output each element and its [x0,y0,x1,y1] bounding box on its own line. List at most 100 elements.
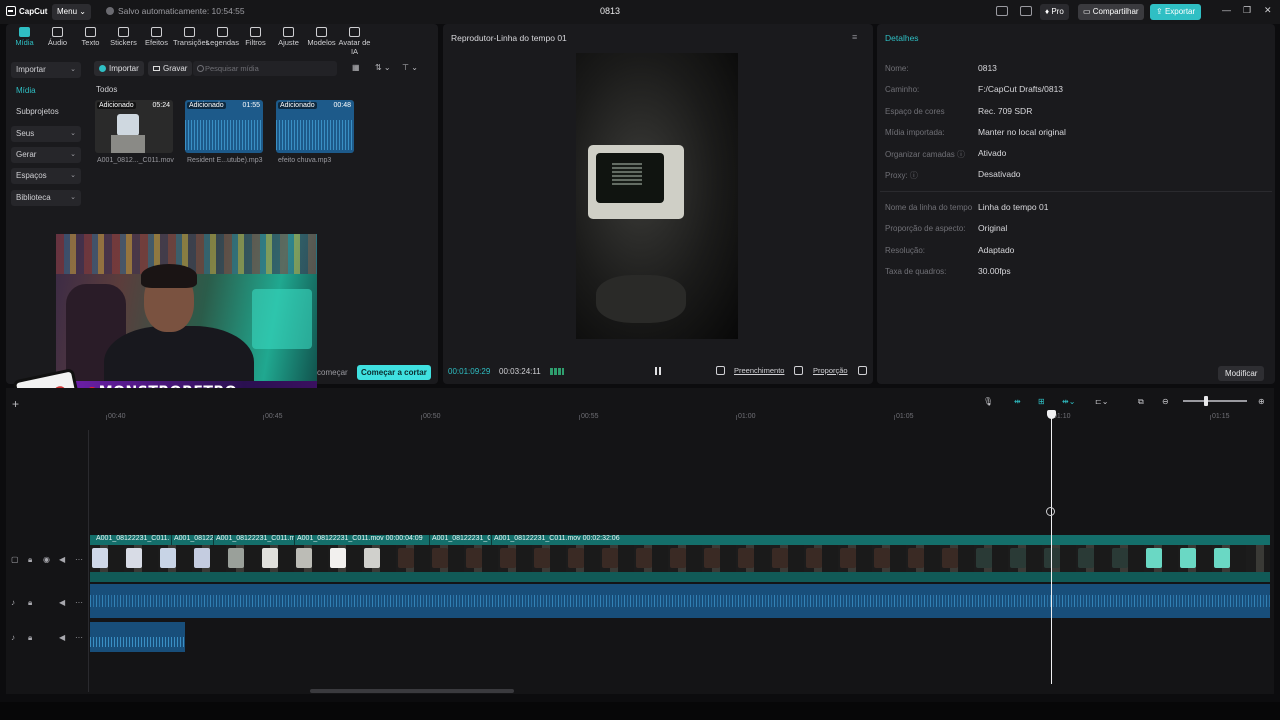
magnet-icon[interactable]: ⊞ [1038,397,1045,406]
keyboard-icon[interactable] [1020,6,1032,16]
restore-icon[interactable]: ❐ [1243,5,1251,16]
microphone-icon[interactable]: 🎙 [983,397,993,406]
tab-4[interactable]: Efeitos [140,27,173,56]
chevron-down-icon: ⌄ [70,194,76,201]
pause-icon[interactable] [655,367,661,375]
tab-1[interactable]: Áudio [41,27,74,56]
fill-button[interactable]: Preenchimento [734,366,784,375]
ruler-label: 00:55 [581,413,599,420]
camera-icon [153,66,160,71]
video-preview[interactable] [576,53,738,339]
tab-10[interactable]: Avatar de IA [338,27,371,56]
sidebar-item-2[interactable]: Subprojetos [11,104,81,120]
add-track-icon[interactable]: + [12,397,19,411]
crt-screen [596,153,664,203]
sidebar-item-0[interactable]: Importar ⌄ [11,62,81,78]
visibility-icon[interactable]: ◉ [43,555,50,564]
ruler-tick [106,415,107,420]
timeline-clip-label[interactable]: A001_08122231_C011.mov 00:00:04:09 [297,535,429,542]
timeline-clip-label[interactable]: A001_08122231_C011.mov 00:02:32:06 [494,535,694,542]
preview-axis-icon[interactable]: ⧉ [1138,397,1144,407]
close-icon[interactable]: ✕ [1264,5,1272,16]
tab-3[interactable]: Stickers [107,27,140,56]
tab-6[interactable]: Legendas [206,27,239,56]
zoom-slider[interactable] [1183,400,1247,402]
crop-icon[interactable] [716,366,725,375]
zoom-slider-handle[interactable] [1204,396,1208,406]
volume-icon[interactable]: ◀︎ [59,555,65,564]
tab-8[interactable]: Ajuste [272,27,305,56]
ruler-label: 01:15 [1212,413,1230,420]
clip-preview-base [111,135,145,153]
timeline-scrollbar[interactable] [310,689,514,693]
more-icon[interactable]: ··· [75,633,83,642]
playhead-handle[interactable] [1047,410,1056,419]
playhead[interactable] [1051,412,1052,684]
lock-icon[interactable]: 🔒︎ [28,555,32,565]
sidebar-item-1[interactable]: Mídia [11,83,81,99]
more-icon[interactable]: ··· [75,598,83,607]
volume-icon[interactable]: ◀︎ [59,598,65,607]
audio-track-sfx[interactable] [90,622,185,652]
lock-icon[interactable]: 🔒︎ [28,633,32,643]
tab-9[interactable]: Modelos [305,27,338,56]
sidebar-item-5[interactable]: Espaços ⌄ [11,168,81,184]
cover-icon[interactable]: ▢ [11,555,19,564]
filter-icon[interactable]: ⊤ ⌄ [402,63,418,72]
monitor-glow [252,289,312,349]
clip-duration: 05:24 [152,102,170,109]
detail-label: Resolução: [885,246,926,255]
timeline-clip-label[interactable]: A001_08122231_C011.mo [216,535,294,542]
zoom-in-icon[interactable]: ⊕ [1258,397,1265,406]
ruler-label: 00:45 [265,413,283,420]
sidebar-item-4[interactable]: Gerar ⌄ [11,147,81,163]
audio-track-main[interactable] [90,584,1270,618]
tab-5[interactable]: Transições [173,27,209,56]
media-icon [19,27,30,37]
link-icon[interactable]: ⇹ [1014,397,1021,406]
video-thumbnail [262,548,278,568]
level-meter [550,368,564,375]
sidebar-item-6[interactable]: Biblioteca ⌄ [11,190,81,206]
screenshot-icon[interactable] [794,366,803,375]
media-clip-video[interactable]: Adicionado 05:24 [95,100,173,153]
split-icon[interactable]: ⊏⌄ [1095,397,1108,406]
clip-duration: 00:48 [333,102,351,109]
media-search-input[interactable]: Pesquisar mídia [193,61,337,76]
pro-button[interactable]: ♦ Pro [1040,4,1069,20]
player-menu-icon[interactable]: ≡ [852,32,857,42]
video-thumbnail [874,548,890,568]
timeline-clip-label[interactable]: A001_08122231_C( [432,535,490,542]
lock-icon[interactable]: 🔒︎ [28,598,32,608]
tab-7[interactable]: Filtros [239,27,272,56]
fullscreen-icon[interactable] [858,366,867,375]
menu-button[interactable]: Menu ⌄ [52,4,91,20]
sort-icon[interactable]: ⇅ ⌄ [375,63,391,72]
grid-view-icon[interactable]: ▦ [352,63,360,72]
media-clip-audio[interactable]: Adicionado 00:48 [276,100,354,153]
import-button[interactable]: Importar [94,61,144,76]
section-all-label: Todos [96,85,118,94]
share-button[interactable]: ▭ Compartilhar [1078,4,1144,20]
minimize-icon[interactable]: — [1222,5,1231,15]
sidebar-item-3[interactable]: Seus ⌄ [11,126,81,142]
volume-icon[interactable]: ◀︎ [59,633,65,642]
tab-2[interactable]: Texto [74,27,107,56]
export-button[interactable]: ⇪ Exportar [1150,4,1202,20]
snap-icon[interactable]: ⇹⌄ [1062,397,1075,406]
start-cutting-button[interactable]: Começar a cortar [357,365,431,380]
layout-icon[interactable] [996,6,1008,16]
timeline-clip-label[interactable]: A001_081222 [174,535,214,542]
timeline-clip-label[interactable]: A001_08122231_C011.m [96,535,170,542]
captions-icon [217,27,228,37]
media-clip-audio[interactable]: Adicionado 01:55 [185,100,263,153]
tab-label: Áudio [47,38,68,47]
modify-button[interactable]: Modificar [1218,366,1265,381]
tab-0[interactable]: Mídia [8,27,41,56]
more-icon[interactable]: ··· [75,555,83,564]
zoom-out-icon[interactable]: ⊖ [1162,397,1169,406]
video-thumbnail [126,548,142,568]
ratio-button[interactable]: Proporção [813,366,848,375]
record-button[interactable]: Gravar [148,61,193,76]
video-thumbnail [500,548,516,568]
